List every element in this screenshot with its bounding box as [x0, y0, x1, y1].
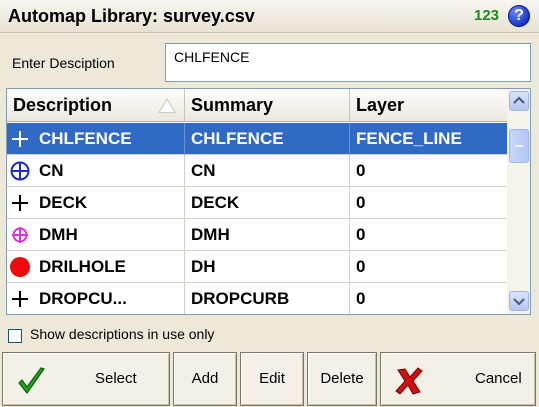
cell-layer: FENCE_LINE	[350, 123, 507, 155]
chevron-down-icon	[513, 298, 525, 306]
vertical-scrollbar[interactable]	[507, 89, 530, 314]
table-row[interactable]: DRILHOLE DH 0	[7, 251, 507, 283]
cell-description-text: DECK	[39, 193, 88, 212]
cell-layer: 0	[350, 155, 507, 187]
plus-icon	[9, 192, 31, 214]
cell-layer-text: 0	[356, 161, 366, 180]
table-header: Description Summary Layer	[7, 89, 507, 122]
column-header-layer[interactable]: Layer	[350, 89, 507, 122]
scroll-down-button[interactable]	[509, 291, 529, 311]
cell-layer-text: 0	[356, 225, 366, 244]
column-header-label: Layer	[356, 95, 405, 115]
cell-summary-text: DH	[191, 257, 216, 276]
cell-layer-text: 0	[356, 257, 366, 276]
sort-ascending-icon	[158, 98, 176, 113]
cell-summary-text: CN	[191, 161, 216, 180]
column-header-description[interactable]: Description	[7, 89, 185, 122]
cell-summary: DH	[185, 251, 350, 283]
cell-summary-text: CHLFENCE	[191, 129, 284, 148]
table-row[interactable]: DROPCU... DROPCURB 0	[7, 283, 507, 314]
cell-description: CN	[7, 155, 185, 187]
cell-layer-text: 0	[356, 289, 366, 308]
cell-summary: CN	[185, 155, 350, 187]
cell-layer: 0	[350, 219, 507, 251]
cell-summary: DECK	[185, 187, 350, 219]
show-in-use-label[interactable]: Show descriptions in use only	[30, 326, 214, 342]
description-label: Enter Desciption	[12, 55, 115, 71]
green-checkmark-icon	[18, 367, 45, 394]
help-icon[interactable]: ?	[508, 5, 530, 27]
cell-layer: 0	[350, 187, 507, 219]
cell-summary-text: DROPCURB	[191, 289, 290, 308]
cell-summary-text: DECK	[191, 193, 240, 212]
library-table: Description Summary Layer CHLFENCE CHLFEN…	[6, 88, 531, 315]
show-in-use-checkbox[interactable]	[8, 329, 22, 343]
scroll-thumb[interactable]	[509, 129, 529, 163]
add-button-label: Add	[191, 370, 219, 387]
plus-icon	[9, 288, 31, 310]
title-bar: Automap Library: survey.csv 123 ?	[0, 0, 539, 33]
red-x-icon	[395, 367, 423, 395]
window-title: Automap Library: survey.csv	[8, 6, 255, 26]
plus-icon	[9, 128, 31, 150]
chevron-up-icon	[513, 96, 525, 104]
cell-description: DMH	[7, 219, 185, 251]
cell-description-text: DROPCU...	[39, 289, 127, 308]
table-row[interactable]: CN CN 0	[7, 155, 507, 187]
delete-button[interactable]: Delete	[307, 352, 377, 406]
description-input[interactable]	[165, 43, 531, 82]
cell-summary: CHLFENCE	[185, 123, 350, 155]
select-button-label: Select	[95, 370, 137, 387]
add-button[interactable]: Add	[173, 352, 237, 406]
edit-button[interactable]: Edit	[240, 352, 304, 406]
cell-description-text: CN	[39, 161, 64, 180]
blue-crosshair-circle-icon	[9, 160, 31, 182]
delete-button-label: Delete	[320, 370, 364, 387]
cell-layer: 0	[350, 251, 507, 283]
numeric-keypad-icon-label: 123	[474, 7, 500, 24]
cell-description-text: DMH	[39, 225, 78, 244]
numeric-keypad-icon[interactable]: 123	[474, 6, 504, 26]
cell-summary-text: DMH	[191, 225, 230, 244]
cell-layer: 0	[350, 283, 507, 314]
red-filled-circle-icon	[9, 256, 31, 278]
cell-description-text: DRILHOLE	[39, 257, 126, 276]
scroll-up-button[interactable]	[509, 91, 529, 111]
edit-button-label: Edit	[259, 370, 285, 387]
table-row[interactable]: CHLFENCE CHLFENCE FENCE_LINE	[7, 123, 507, 155]
table-row[interactable]: DMH DMH 0	[7, 219, 507, 251]
column-header-label: Summary	[191, 95, 274, 115]
cell-summary: DMH	[185, 219, 350, 251]
cancel-button-label: Cancel	[475, 370, 522, 387]
column-header-summary[interactable]: Summary	[185, 89, 350, 122]
cell-description: CHLFENCE	[7, 123, 185, 155]
cell-summary: DROPCURB	[185, 283, 350, 314]
select-button[interactable]: Select	[2, 352, 170, 406]
magenta-crosshair-circle-icon	[9, 224, 31, 246]
cell-description: DRILHOLE	[7, 251, 185, 283]
table-row[interactable]: DECK DECK 0	[7, 187, 507, 219]
cancel-button[interactable]: Cancel	[380, 352, 536, 406]
cell-description: DECK	[7, 187, 185, 219]
cell-layer-text: 0	[356, 193, 366, 212]
column-header-label: Description	[13, 95, 113, 115]
button-bar: Select Add Edit Delete Cancel	[0, 349, 539, 407]
cell-layer-text: FENCE_LINE	[356, 129, 462, 148]
cell-description-text: CHLFENCE	[39, 129, 132, 148]
cell-description: DROPCU...	[7, 283, 185, 314]
